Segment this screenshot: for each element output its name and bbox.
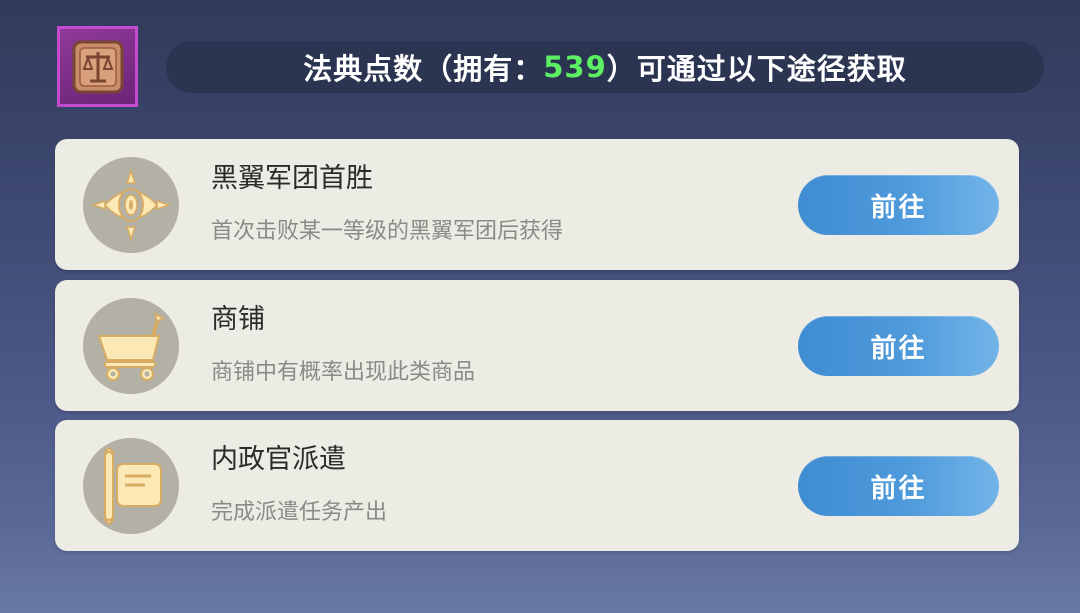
card-icon-frame (83, 157, 179, 253)
source-card-black-wing: 黑翼军团首胜 首次击败某一等级的黑翼军团后获得 前往 (55, 139, 1019, 270)
card-title: 内政官派遣 (211, 444, 346, 475)
eye-emblem-icon (90, 168, 172, 242)
card-title: 商铺 (211, 304, 265, 335)
card-title: 黑翼军团首胜 (211, 163, 373, 194)
points-count: 539 (543, 50, 607, 84)
scroll-icon (102, 446, 162, 526)
codex-tablet-icon (72, 40, 123, 93)
points-header: 法典点数（拥有： 539 ）可通过以下途径获取 (166, 41, 1044, 93)
source-card-dispatch: 内政官派遣 完成派遣任务产出 前往 (55, 420, 1019, 551)
card-icon-frame (83, 438, 179, 534)
source-card-shop: 商铺 商铺中有概率出现此类商品 前往 (55, 280, 1019, 411)
go-button-dispatch[interactable]: 前往 (798, 456, 999, 516)
card-description: 首次击败某一等级的黑翼军团后获得 (211, 219, 564, 244)
header-suffix: ）可通过以下途径获取 (606, 52, 907, 86)
card-description: 完成派遣任务产出 (211, 500, 388, 525)
card-description: 商铺中有概率出现此类商品 (211, 360, 476, 385)
codex-item-badge[interactable] (57, 26, 138, 107)
header-prefix: 法典点数（拥有： (303, 52, 544, 86)
go-button-shop[interactable]: 前往 (798, 316, 999, 376)
go-button-black-wing[interactable]: 前往 (798, 175, 999, 235)
shopping-cart-icon (97, 312, 165, 381)
card-icon-frame (83, 298, 179, 394)
